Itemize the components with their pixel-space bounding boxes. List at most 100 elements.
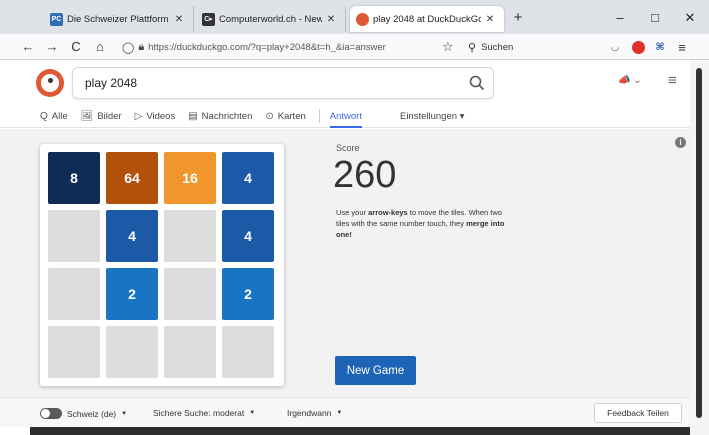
tab-label: Bilder	[97, 110, 122, 122]
game-instructions: Use your arrow-keys to move the tiles. W…	[336, 207, 506, 240]
tab-answer[interactable]: Antwort	[329, 105, 363, 128]
tab-label: Alle	[51, 110, 68, 122]
settings-dropdown[interactable]: Einstellungen ▾	[400, 105, 464, 127]
settings-label: Einstellungen ▾	[399, 110, 465, 122]
empty-tile	[164, 268, 216, 320]
lock-icon[interactable]: 🔒︎	[138, 41, 144, 54]
pocket-icon[interactable]: ◡	[606, 38, 624, 56]
empty-tile	[48, 326, 100, 378]
shield-icon[interactable]: ◯	[122, 41, 134, 54]
search-filter-footer: Schweiz (de) ▼ Sichere Suche: moderat ▼ …	[0, 397, 690, 427]
empty-tile	[48, 268, 100, 320]
tab-news[interactable]: ▤ Nachrichten	[188, 105, 252, 127]
tab-label: Nachrichten	[201, 110, 253, 122]
tile-16: 16	[164, 152, 216, 204]
computerworld-favicon-icon: C▸	[202, 12, 215, 26]
region-label: Schweiz (de)	[67, 408, 117, 419]
tab-label: Antwort	[329, 110, 362, 122]
image-icon: 🖼	[80, 110, 94, 122]
tab-close-icon[interactable]: ✕	[173, 14, 185, 25]
search-input[interactable]: play 2048	[72, 67, 494, 99]
search-icon[interactable]	[468, 74, 486, 92]
ddg-header: play 2048 📣 ⌄ ≡ Q Alle 🖼 Bilder ▷ Videos…	[0, 60, 709, 128]
tile-2: 2	[222, 268, 274, 320]
close-window-button[interactable]: ✕	[675, 8, 705, 28]
reload-button[interactable]: C	[66, 37, 86, 57]
play-icon: ▷	[134, 110, 143, 122]
tab-title: Computerworld.ch - News und	[219, 13, 322, 25]
map-pin-icon: ⊙	[265, 110, 274, 122]
time-filter-dropdown[interactable]: Irgendwann ▼	[287, 408, 342, 418]
tab-close-icon[interactable]: ✕	[325, 14, 337, 25]
pc-favicon-icon: PC	[50, 12, 63, 26]
taskbar-strip	[30, 427, 690, 435]
browser-nav-bar: ← → C ⌂ ◯ 🔒︎ https://duckduckgo.com/?q=p…	[0, 34, 709, 60]
forward-button[interactable]: →	[42, 37, 62, 57]
browser-search-box[interactable]: ⚲ Suchen	[468, 37, 588, 57]
safe-search-label: Sichere Suche: moderat	[153, 408, 245, 418]
back-button[interactable]: ←	[18, 37, 38, 57]
url-bar[interactable]: ◯ 🔒︎ https://duckduckgo.com/?q=play+2048…	[122, 37, 472, 57]
browser-search-placeholder: Suchen	[481, 41, 514, 53]
region-toggle[interactable]: Schweiz (de) ▼	[40, 408, 127, 419]
score-label: Score	[336, 143, 360, 153]
search-icon: Q	[40, 110, 48, 122]
browser-tab-active[interactable]: play 2048 at DuckDuckGo ✕	[350, 6, 504, 32]
tab-all[interactable]: Q Alle	[40, 105, 68, 127]
answer-panel: i 8 64 16 4 4 4 2 2 Score 260 Use your arrow-ke…	[0, 129, 690, 397]
tab-label: Karten	[277, 110, 306, 122]
caret-down-icon: ▼	[336, 410, 343, 416]
tab-images[interactable]: 🖼 Bilder	[81, 105, 122, 127]
search-type-tabs: Q Alle 🖼 Bilder ▷ Videos ▤ Nachrichten ⊙…	[40, 105, 477, 128]
instructions-bold: arrow-keys	[368, 208, 408, 217]
tile-64: 64	[106, 152, 158, 204]
game-board[interactable]: 8 64 16 4 4 4 2 2	[40, 144, 284, 386]
adblock-icon[interactable]	[629, 38, 647, 56]
tab-maps[interactable]: ⊙ Karten	[265, 105, 305, 127]
time-label: Irgendwann	[287, 408, 332, 418]
info-icon[interactable]: i	[675, 137, 686, 148]
scrollbar-thumb[interactable]	[696, 68, 702, 418]
tile-4: 4	[106, 210, 158, 262]
tile-4: 4	[222, 152, 274, 204]
instructions-text: Use your	[336, 208, 369, 217]
maximize-button[interactable]: □	[640, 8, 670, 28]
url-text[interactable]: https://duckduckgo.com/?q=play+2048&t=h_…	[148, 42, 386, 53]
home-button[interactable]: ⌂	[90, 37, 110, 57]
tab-title: Die Schweizer Plattform für Cor	[67, 13, 170, 25]
empty-tile	[106, 326, 158, 378]
new-tab-button[interactable]: +	[509, 9, 527, 27]
caret-down-icon: ▼	[249, 410, 256, 416]
tab-title: play 2048 at DuckDuckGo	[373, 13, 481, 25]
empty-tile	[164, 210, 216, 262]
app-menu-icon[interactable]: ≡	[673, 38, 691, 56]
new-game-button[interactable]: New Game	[335, 356, 416, 385]
bookmark-star-icon[interactable]: ☆	[442, 37, 454, 57]
megaphone-icon[interactable]: 📣 ⌄	[618, 75, 642, 86]
minimize-button[interactable]: –	[605, 8, 635, 28]
caret-down-icon: ▼	[121, 410, 128, 417]
extension-icon[interactable]: ⌘	[651, 38, 669, 56]
search-icon: ⚲	[468, 41, 477, 54]
tab-close-icon[interactable]: ✕	[484, 14, 496, 25]
hamburger-menu-icon[interactable]: ≡	[668, 72, 677, 89]
feedback-button[interactable]: Feedback Teilen	[594, 403, 682, 423]
toggle-switch[interactable]	[40, 408, 62, 419]
vertical-scrollbar[interactable]	[690, 60, 709, 435]
news-icon: ▤	[188, 110, 198, 122]
browser-tab-2[interactable]: C▸ Computerworld.ch - News und ✕	[196, 6, 346, 32]
tile-2: 2	[106, 268, 158, 320]
browser-tab-bar: PC Die Schweizer Plattform für Cor ✕ C▸ …	[0, 0, 709, 34]
tab-videos[interactable]: ▷ Videos	[135, 105, 176, 127]
duckduckgo-favicon-icon	[356, 12, 369, 26]
duckduckgo-logo-icon[interactable]	[36, 69, 64, 97]
empty-tile	[222, 326, 274, 378]
browser-tab-1[interactable]: PC Die Schweizer Plattform für Cor ✕	[44, 6, 194, 32]
tab-label: Videos	[146, 110, 176, 122]
empty-tile	[164, 326, 216, 378]
safe-search-dropdown[interactable]: Sichere Suche: moderat ▼	[153, 408, 255, 418]
tile-8: 8	[48, 152, 100, 204]
score-value: 260	[333, 154, 397, 196]
tab-divider	[318, 109, 320, 123]
tile-4: 4	[222, 210, 274, 262]
